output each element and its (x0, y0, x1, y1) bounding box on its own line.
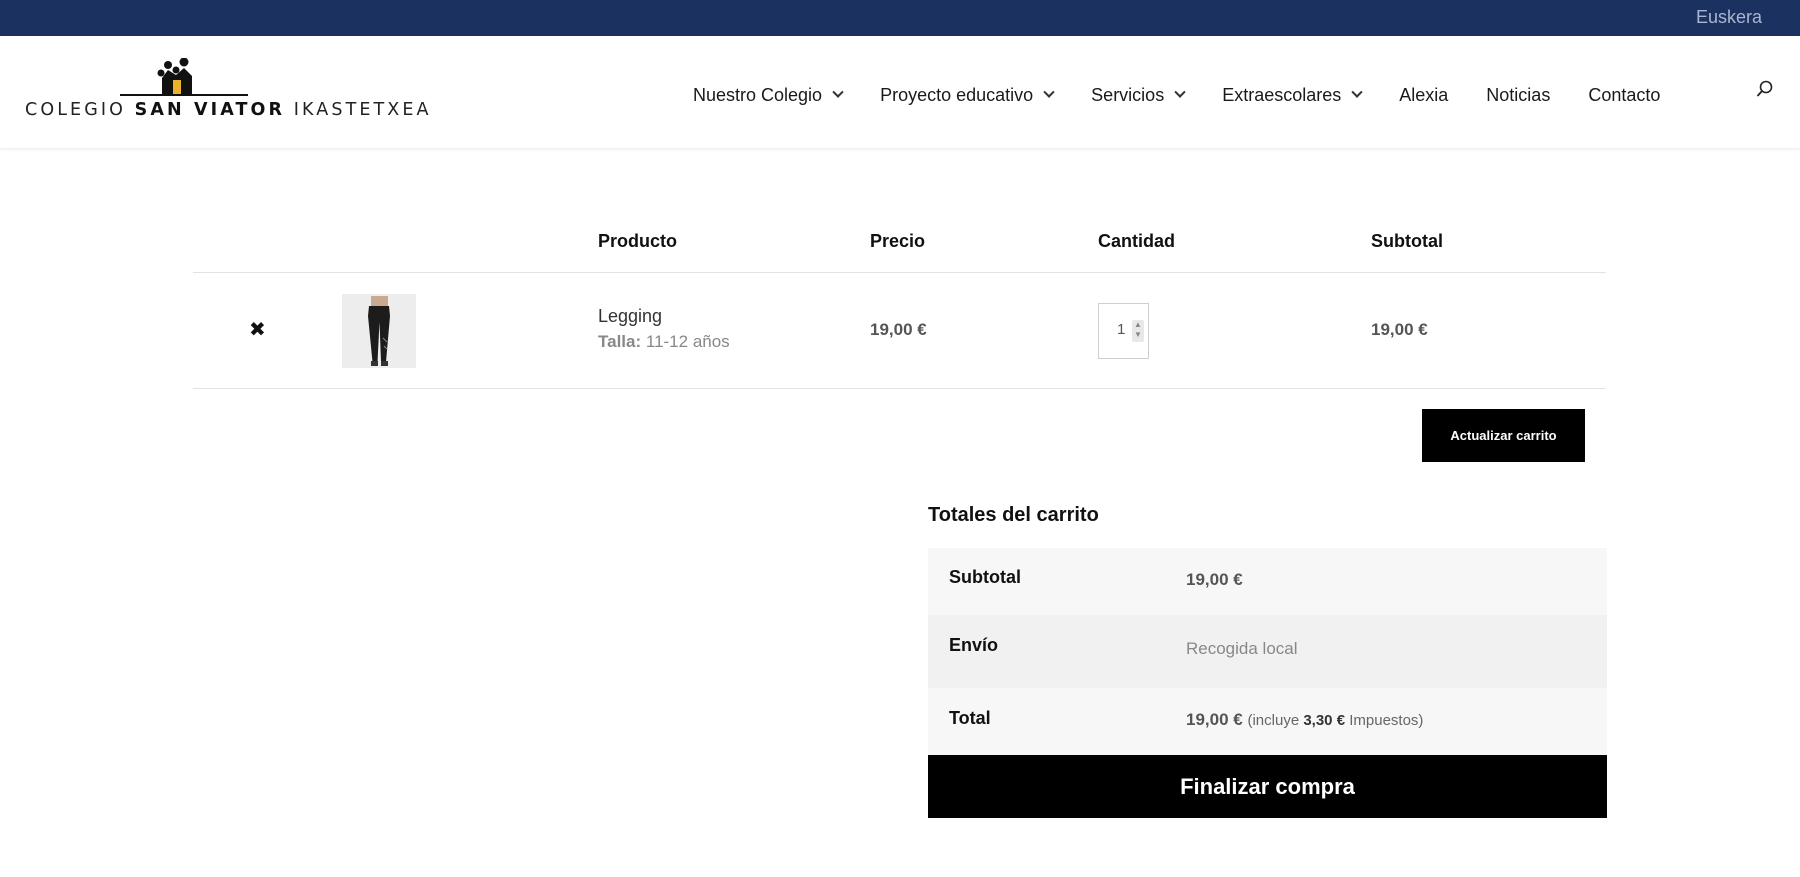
tax-note: (incluye 3,30 € Impuestos) (1247, 712, 1423, 729)
cart-totals-title: Totales del carrito (928, 504, 1099, 526)
main-nav: Nuestro Colegio Proyecto educativo Servi… (693, 80, 1698, 110)
cart-totals: Totales del carrito Subtotal 19,00 € Env… (928, 504, 1607, 818)
nav-item-alexia[interactable]: Alexia (1399, 85, 1448, 106)
close-icon[interactable]: ✖ (249, 317, 266, 342)
totals-subtotal-row: Subtotal 19,00 € (928, 548, 1607, 615)
school-logo[interactable]: COLEGIO SAN VIATOR IKASTETXEA (25, 58, 429, 128)
chevron-down-icon (1351, 86, 1363, 98)
product-variation: Talla: 11-12 años (598, 332, 730, 352)
nav-item-nuestro-colegio[interactable]: Nuestro Colegio (693, 84, 844, 106)
totals-total-row: Total 19,00 € (incluye 3,30 € Impuestos) (928, 688, 1607, 755)
subtotal-label: Subtotal (949, 567, 1021, 587)
totals-shipping-row: Envío Recogida local (928, 615, 1607, 688)
quantity-stepper[interactable]: 1 ▲ ▼ (1098, 303, 1149, 359)
cart-table-header: Producto Precio Cantidad Subtotal (193, 215, 1606, 273)
nav-item-label: Extraescolares (1222, 84, 1342, 105)
update-cart-button[interactable]: Actualizar carrito (1422, 409, 1585, 462)
header-price: Precio (870, 231, 926, 251)
variation-value: 11-12 años (645, 332, 730, 351)
cart-table: Producto Precio Cantidad Subtotal ✖ Legg… (193, 215, 1606, 389)
tax-prefix: (incluye (1247, 712, 1300, 729)
nav-item-label: Alexia (1399, 84, 1449, 105)
logo-brand: SAN VIATOR (134, 100, 286, 120)
legging-product-image (342, 294, 416, 368)
product-thumbnail[interactable] (342, 294, 416, 368)
chevron-down-icon (1174, 86, 1186, 98)
cart-item-row: ✖ Legging Talla: 11-12 años 19,00 € 1 ▲ ▼… (193, 273, 1606, 389)
logo-suffix: IKASTETXEA (293, 100, 432, 120)
quantity-value: 1 (1117, 321, 1126, 338)
product-subtotal: 19,00 € (1371, 320, 1428, 339)
shipping-label: Envío (949, 635, 999, 655)
quantity-spinner-icon[interactable]: ▲ ▼ (1132, 320, 1144, 342)
nav-item-extraescolares[interactable]: Extraescolares (1222, 84, 1363, 106)
nav-item-proyecto-educativo[interactable]: Proyecto educativo (880, 84, 1055, 106)
header-quantity: Cantidad (1098, 231, 1176, 251)
total-label: Total (949, 708, 991, 728)
checkout-button[interactable]: Finalizar compra (928, 755, 1607, 818)
tax-amount: 3,30 € (1303, 712, 1346, 729)
total-value-wrap: 19,00 € (incluye 3,30 € Impuestos) (1186, 710, 1423, 730)
header-subtotal: Subtotal (1371, 231, 1443, 251)
search-icon[interactable] (1756, 80, 1774, 98)
variation-label: Talla: (598, 332, 642, 351)
chevron-down-icon (1043, 86, 1055, 98)
site-header: COLEGIO SAN VIATOR IKASTETXEA Nuestro Co… (0, 36, 1800, 148)
nav-item-label: Servicios (1091, 84, 1165, 105)
chevron-down-icon (832, 86, 844, 98)
subtotal-value: 19,00 € (1186, 570, 1243, 589)
nav-item-noticias[interactable]: Noticias (1486, 85, 1550, 106)
nav-item-label: Nuestro Colegio (693, 84, 823, 105)
product-name-link[interactable]: Legging (598, 306, 662, 327)
header-product: Producto (598, 231, 677, 251)
logo-emblem-icon (120, 58, 248, 96)
nav-item-servicios[interactable]: Servicios (1091, 84, 1186, 106)
nav-item-label: Proyecto educativo (880, 84, 1034, 105)
nav-item-label: Contacto (1588, 84, 1661, 105)
tax-suffix: Impuestos) (1349, 712, 1424, 729)
top-bar: Euskera (0, 0, 1800, 36)
logo-wordmark: COLEGIO SAN VIATOR IKASTETXEA (25, 100, 432, 120)
total-value: 19,00 € (1186, 710, 1243, 729)
nav-item-label: Noticias (1486, 84, 1551, 105)
product-price: 19,00 € (870, 320, 927, 339)
nav-item-contacto[interactable]: Contacto (1588, 85, 1660, 106)
shipping-value: Recogida local (1186, 639, 1298, 658)
logo-prefix: COLEGIO (25, 100, 126, 120)
language-link-euskera[interactable]: Euskera (1696, 7, 1762, 28)
